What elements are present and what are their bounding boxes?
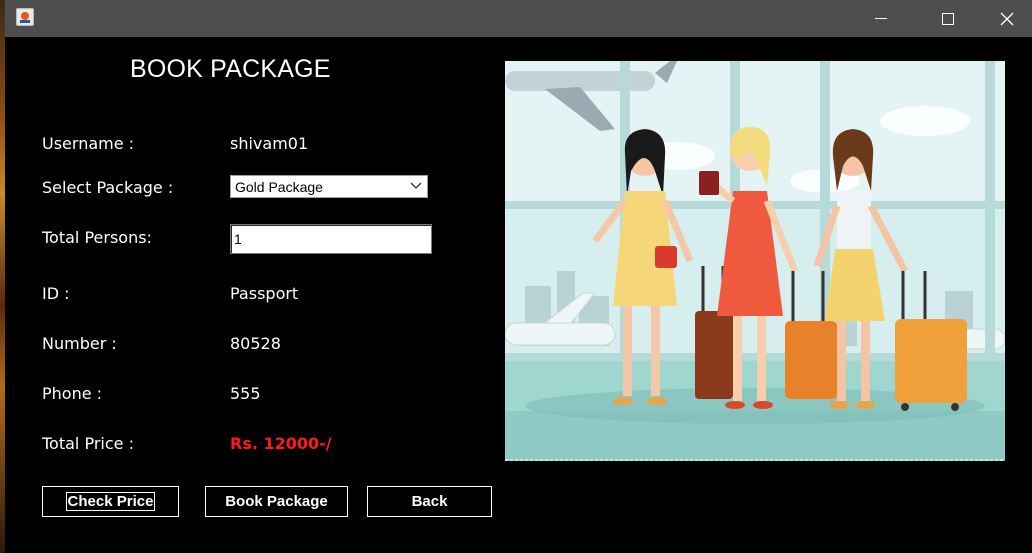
- maximize-icon: [942, 12, 954, 25]
- username-value: shivam01: [230, 134, 309, 153]
- package-select-value: Gold Package: [235, 179, 323, 195]
- maximize-button[interactable]: [925, 0, 971, 37]
- book-package-button[interactable]: Book Package: [205, 486, 348, 517]
- back-button[interactable]: Back: [367, 486, 492, 517]
- minimize-icon: [875, 18, 887, 19]
- check-price-button[interactable]: Check Price: [42, 486, 179, 517]
- book-package-panel: BOOK PACKAGE Username : shivam01 Select …: [5, 37, 1032, 553]
- phone-value: 555: [230, 384, 261, 403]
- app-window: BOOK PACKAGE Username : shivam01 Select …: [5, 0, 1032, 553]
- total-persons-input[interactable]: 1: [230, 224, 432, 254]
- travel-illustration: [505, 61, 1005, 461]
- number-label: Number :: [42, 334, 117, 353]
- total-price-value: Rs. 12000-/: [230, 434, 332, 453]
- java-app-icon: [16, 8, 34, 26]
- page-title: BOOK PACKAGE: [130, 55, 331, 83]
- minimize-button[interactable]: [858, 0, 904, 37]
- package-select[interactable]: Gold Package: [230, 175, 428, 198]
- username-label: Username :: [42, 134, 135, 153]
- select-package-label: Select Package :: [42, 178, 174, 197]
- title-bar[interactable]: [5, 0, 1032, 37]
- book-package-label: Book Package: [225, 493, 328, 510]
- check-price-label: Check Price: [65, 492, 156, 511]
- total-price-label: Total Price :: [42, 434, 134, 453]
- id-label: ID :: [42, 284, 70, 303]
- id-value: Passport: [230, 284, 299, 303]
- chevron-down-icon: [410, 182, 422, 189]
- close-button[interactable]: [984, 0, 1030, 37]
- close-icon: [1000, 12, 1014, 25]
- total-persons-label: Total Persons:: [42, 228, 152, 247]
- back-label: Back: [411, 493, 448, 510]
- phone-label: Phone :: [42, 384, 103, 403]
- number-value: 80528: [230, 334, 281, 353]
